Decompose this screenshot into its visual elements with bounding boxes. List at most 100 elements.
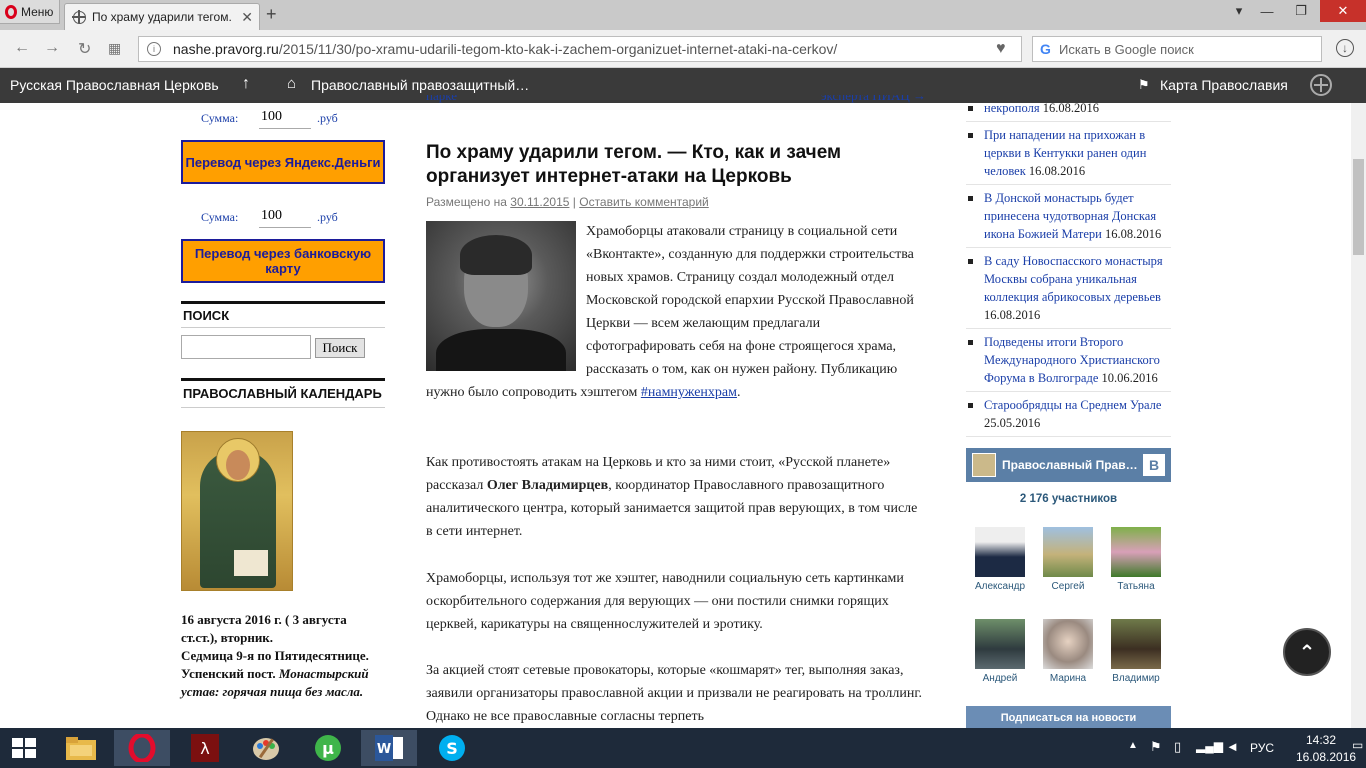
- site-search-input[interactable]: [181, 335, 311, 359]
- sum-row-bank: Сумма: 100 .руб: [201, 208, 391, 228]
- news-date: 16.08.2016: [1028, 164, 1086, 178]
- nav-item-pravoz[interactable]: Православный правозащитный…: [311, 77, 529, 93]
- paint-icon[interactable]: [238, 730, 294, 766]
- minimize-button[interactable]: —: [1252, 0, 1282, 22]
- action-center-flag-icon[interactable]: ⚑: [1150, 739, 1162, 755]
- icon-scroll: [234, 550, 268, 576]
- page-scrollbar[interactable]: [1351, 103, 1366, 728]
- prev-post-link[interactable]: парке: [426, 95, 457, 104]
- meta-separator: |: [569, 195, 580, 209]
- url-input[interactable]: i nashe.pravorg.ru/2015/11/30/po-xramu-u…: [138, 36, 1022, 62]
- new-tab-button[interactable]: +: [266, 4, 277, 25]
- windows-start-icon[interactable]: [12, 738, 36, 758]
- vk-member-count[interactable]: 2 176 участников: [966, 493, 1171, 505]
- battery-icon[interactable]: ▯: [1174, 739, 1181, 755]
- nav-item-rpc[interactable]: Русская Православная Церковь: [10, 77, 219, 93]
- url-domain: nashe.pravorg.ru: [173, 41, 279, 57]
- vk-widget-header[interactable]: Православный Прав… В: [966, 448, 1171, 482]
- search-input[interactable]: G Искать в Google поиск: [1032, 36, 1322, 62]
- browser-tab-bar: Меню По храму ударили тегом. ✕ + ▾ — ❐ ✕: [0, 0, 1366, 30]
- news-title[interactable]: некрополя: [984, 101, 1040, 115]
- paragraph-4: За акцией стоят сетевые провокаторы, кот…: [426, 663, 922, 724]
- nav-item-map[interactable]: Карта Православия: [1160, 77, 1288, 93]
- vk-group-avatar: [972, 453, 996, 477]
- up-arrow-icon[interactable]: ↑: [242, 75, 250, 93]
- search-placeholder: Искать в Google поиск: [1059, 41, 1194, 57]
- post-navigation: парке эксперта ПИАЦ →: [426, 95, 926, 111]
- sum-input[interactable]: 100: [259, 109, 311, 129]
- notification-icon[interactable]: ▭: [1352, 738, 1363, 752]
- sum-row-yandex: Сумма: 100 .руб: [201, 109, 391, 129]
- avatar: [1111, 619, 1161, 669]
- vk-member[interactable]: Марина: [1038, 619, 1098, 684]
- news-item[interactable]: Подведены итоги Второго Международного Х…: [966, 333, 1171, 392]
- paragraph-1-end: .: [737, 385, 741, 400]
- hashtag-link[interactable]: #намнуженхрам: [641, 385, 737, 400]
- news-date: 25.05.2016: [984, 416, 1041, 430]
- vk-group-name[interactable]: Православный Прав…: [1002, 458, 1138, 472]
- vk-member[interactable]: Владимир: [1106, 619, 1166, 684]
- forward-icon[interactable]: →: [44, 39, 60, 57]
- home-icon[interactable]: ⌂: [287, 75, 296, 92]
- news-title[interactable]: Старообрядцы на Среднем Урале: [984, 398, 1161, 412]
- tray-chevron-icon[interactable]: ▲: [1128, 740, 1138, 751]
- news-title[interactable]: В саду Новоспасского монастыря Москвы со…: [984, 254, 1163, 304]
- acrobat-icon[interactable]: λ: [177, 730, 233, 766]
- currency-label: .руб: [317, 111, 338, 125]
- vk-member[interactable]: Татьяна: [1106, 527, 1166, 592]
- close-window-button[interactable]: ✕: [1320, 0, 1366, 22]
- news-item[interactable]: Старообрядцы на Среднем Урале 25.05.2016: [966, 396, 1171, 437]
- saint-icon-image[interactable]: [181, 431, 293, 591]
- photo-float-spacer: [426, 220, 586, 370]
- skype-icon[interactable]: S: [424, 730, 480, 766]
- address-bar-row: ← → ↻ ▦ i nashe.pravorg.ru/2015/11/30/po…: [0, 30, 1366, 68]
- news-item[interactable]: В Донской монастырь будет принесена чудо…: [966, 189, 1171, 248]
- person-name: Олег Владимирцев: [486, 478, 609, 493]
- orthodox-cross-icon[interactable]: [1310, 74, 1332, 96]
- news-date: 16.08.2016: [1042, 101, 1099, 115]
- vk-member[interactable]: Сергей: [1038, 527, 1098, 592]
- speed-dial-icon[interactable]: ▦: [108, 40, 121, 57]
- site-info-icon[interactable]: i: [147, 42, 161, 56]
- volume-icon[interactable]: ◄: [1226, 739, 1239, 754]
- tab-menu-icon[interactable]: ▾: [1224, 0, 1254, 22]
- opera-menu-button[interactable]: Меню: [0, 0, 60, 24]
- scroll-to-top-button[interactable]: ⌃: [1283, 628, 1331, 676]
- avatar: [1111, 527, 1161, 577]
- reload-icon[interactable]: ↻: [78, 39, 91, 59]
- vk-member[interactable]: Александр: [970, 527, 1030, 592]
- tab-close-icon[interactable]: ✕: [241, 9, 253, 26]
- calendar-date: 16 августа 2016 г. ( 3 августа ст.ст.), …: [181, 612, 347, 645]
- clock-time[interactable]: 14:32: [1306, 733, 1336, 747]
- news-item[interactable]: некрополя 16.08.2016: [966, 99, 1171, 122]
- pay-yandex-button[interactable]: Перевод через Яндекс.Деньги: [181, 140, 385, 184]
- sum-input[interactable]: 100: [259, 208, 311, 228]
- bookmark-heart-icon[interactable]: ♥: [996, 40, 1006, 58]
- vk-subscribe-button[interactable]: Подписаться на новости: [966, 706, 1171, 730]
- back-icon[interactable]: ←: [14, 39, 30, 57]
- leave-comment-link[interactable]: Оставить комментарий: [579, 195, 709, 209]
- opera-logo-icon: [5, 4, 17, 19]
- icon-face: [226, 450, 250, 480]
- browser-tab[interactable]: По храму ударили тегом. ✕: [64, 3, 260, 30]
- vk-member[interactable]: Андрей: [970, 619, 1030, 684]
- meta-date-link[interactable]: 30.11.2015: [510, 195, 569, 209]
- utorrent-icon[interactable]: µ: [300, 730, 356, 766]
- article-title: По храму ударили тегом. — Кто, как и зач…: [426, 142, 842, 187]
- language-indicator[interactable]: РУС: [1250, 741, 1274, 755]
- menu-label: Меню: [21, 4, 54, 19]
- next-post-link[interactable]: эксперта ПИАЦ →: [821, 95, 926, 104]
- site-search-button[interactable]: Поиск: [315, 338, 365, 358]
- maximize-button[interactable]: ❐: [1286, 0, 1316, 22]
- downloads-icon[interactable]: ↓: [1336, 39, 1354, 57]
- news-item[interactable]: В саду Новоспасского монастыря Москвы со…: [966, 252, 1171, 329]
- pay-bank-button[interactable]: Перевод через банковскую карту: [181, 239, 385, 283]
- network-icon[interactable]: ▂▄▆: [1196, 739, 1223, 753]
- news-item[interactable]: При нападении на прихожан в церкви в Кен…: [966, 126, 1171, 185]
- clock-date[interactable]: 16.08.2016: [1296, 750, 1356, 764]
- word-icon[interactable]: W: [361, 730, 417, 766]
- file-explorer-icon[interactable]: [53, 730, 109, 766]
- scrollbar-thumb[interactable]: [1353, 159, 1364, 255]
- news-date: 10.06.2016: [1101, 371, 1158, 385]
- opera-taskbar-icon[interactable]: [114, 730, 170, 766]
